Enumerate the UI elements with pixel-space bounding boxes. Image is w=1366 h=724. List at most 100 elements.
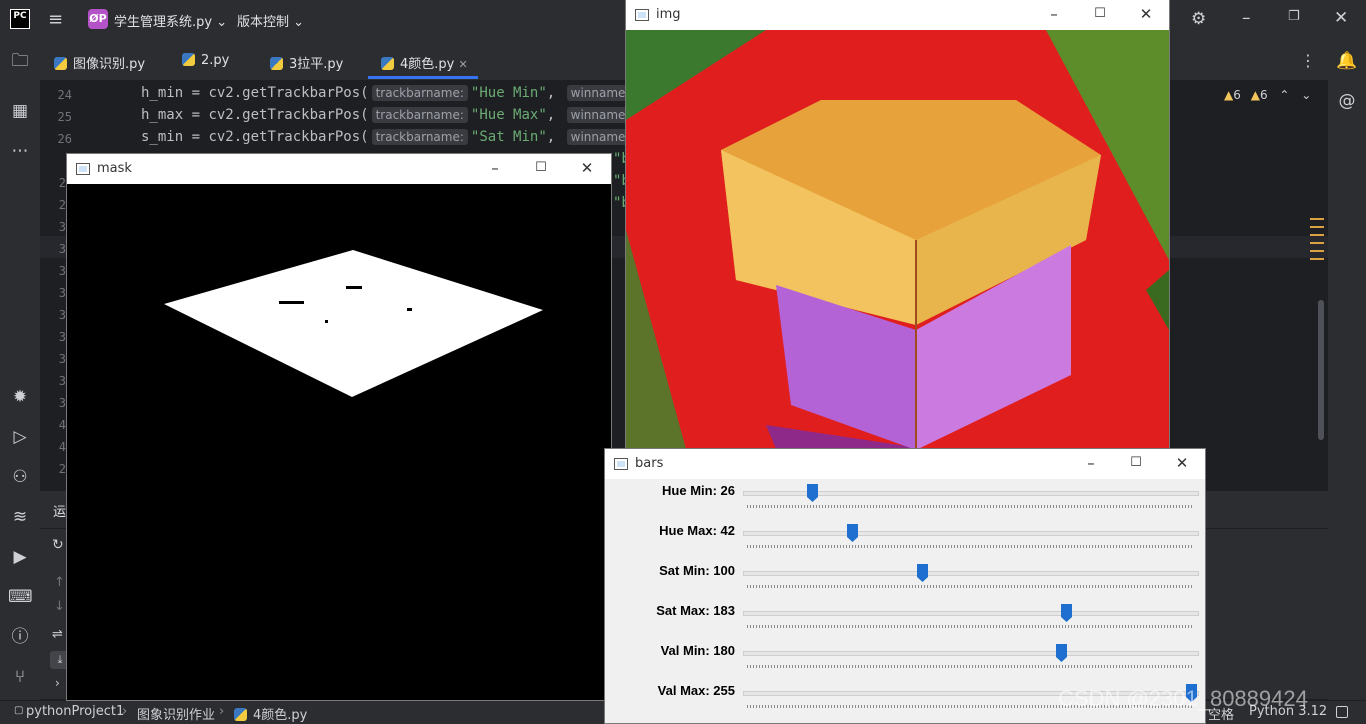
git-icon[interactable]: ⑂ (8, 665, 32, 689)
img-window: img – ☐ ✕ (626, 0, 1169, 449)
problems-icon[interactable]: ⓘ (8, 625, 32, 649)
mask-speck (325, 320, 328, 323)
scrollbar-markers[interactable] (1310, 218, 1324, 260)
trackbar-track[interactable] (743, 571, 1199, 576)
trackbar-thumb[interactable] (1060, 604, 1072, 622)
settings-gear-icon[interactable]: ⚙ (1191, 9, 1206, 29)
vcs-label: 版本控制 (237, 15, 290, 30)
notifications-bell-icon[interactable]: 🔔 (1335, 49, 1359, 73)
code-line[interactable]: h_min = cv2.getTrackbarPos(trackbarname:… (141, 85, 653, 101)
previous-highlight-icon[interactable]: ⌃ (1279, 88, 1289, 102)
trackbar-track[interactable] (743, 611, 1199, 616)
minimize-button[interactable]: – (1079, 453, 1103, 473)
tab-2-py[interactable]: 2.py (182, 53, 229, 68)
bars-window-title: bars (635, 456, 664, 471)
ide-restore-button[interactable]: ❐ (1288, 9, 1300, 24)
trackbar-ticks (747, 625, 1193, 628)
mask-speck (279, 301, 304, 304)
trackbar-ticks (747, 545, 1193, 548)
services-icon[interactable]: ▶ (8, 545, 32, 569)
window-app-icon (635, 9, 649, 21)
scroll-down-icon[interactable]: ↓ (54, 599, 65, 614)
layers-icon[interactable]: ≋ (8, 505, 32, 529)
trackbar-thumb[interactable] (807, 484, 819, 502)
structure-icon[interactable]: ▦ (8, 99, 32, 123)
img-window-title-bar[interactable]: img – ☐ ✕ (626, 0, 1169, 30)
line-number: 2 (58, 198, 66, 212)
scroll-up-icon[interactable]: ↑ (54, 575, 65, 590)
terminal-icon[interactable]: ⌨ (8, 585, 33, 609)
tab-label: 4颜色.py (400, 57, 455, 72)
trackbar-thumb[interactable] (846, 524, 858, 542)
close-button[interactable]: ✕ (575, 158, 599, 178)
run-icon[interactable]: ▷ (8, 425, 32, 449)
close-tab-icon[interactable]: ✕ (459, 58, 468, 71)
inspection-widget[interactable]: ▲6 ▲6 ⌃ ⌄ (1224, 88, 1311, 102)
python-file-icon (182, 53, 195, 66)
ide-minimize-button[interactable]: – (1242, 8, 1251, 28)
trackbar-label: Hue Max: 42 (659, 523, 735, 538)
line-number: 3 (58, 374, 66, 388)
line-number: 24 (57, 88, 72, 102)
maximize-button[interactable]: ☐ (1124, 453, 1148, 473)
line-number: 25 (57, 110, 72, 124)
code-var: h_max (141, 107, 184, 123)
lock-icon[interactable] (1336, 706, 1348, 718)
expand-icon[interactable]: › (55, 676, 60, 690)
trackbar-thumb[interactable] (1055, 644, 1067, 662)
bars-window-title-bar[interactable]: bars – ☐ ✕ (605, 449, 1205, 479)
next-highlight-icon[interactable]: ⌄ (1301, 88, 1311, 102)
more-icon[interactable]: ⋯ (8, 139, 32, 163)
rerun-icon[interactable]: ↻ (52, 537, 64, 553)
maximize-button[interactable]: ☐ (529, 158, 553, 178)
trackbar-track[interactable] (743, 651, 1199, 656)
tab-label: 图像识别.py (73, 57, 146, 72)
minimize-button[interactable]: – (483, 158, 507, 178)
trackbar-label: Sat Min: 100 (659, 563, 735, 578)
maximize-button[interactable]: ☐ (1088, 4, 1112, 24)
breadcrumb-project[interactable]: pythonProject1 (26, 704, 124, 719)
close-button[interactable]: ✕ (1134, 4, 1158, 24)
line-number: 3 (58, 352, 66, 366)
trackbar-label: Val Max: 255 (657, 683, 735, 698)
mask-window-title-bar[interactable]: mask – ☐ ✕ (67, 154, 611, 184)
weak-warning-icon: ▲ (1250, 88, 1260, 102)
ide-close-button[interactable]: ✕ (1334, 8, 1348, 28)
bars-window: bars – ☐ ✕ Hue Min: 26 Hue Max: 42 Sat M… (605, 449, 1205, 723)
tab-image-recognition[interactable]: 图像识别.py (54, 53, 145, 72)
minimize-button[interactable]: – (1042, 4, 1066, 24)
python-file-icon (381, 57, 394, 70)
breadcrumb-folder[interactable]: 图象识别作业 (137, 704, 215, 723)
ai-assistant-icon[interactable]: @ (1335, 89, 1359, 113)
vcs-menu[interactable]: 版本控制 ⌄ (237, 11, 304, 30)
trackbar-hue-min: Hue Min: 26 (605, 479, 1205, 519)
weak-warning-count: 6 (1259, 88, 1268, 102)
project-badge[interactable]: ØP (88, 9, 108, 29)
tab-4-color[interactable]: 4颜色.py ✕ (381, 53, 468, 72)
breadcrumb-file[interactable]: 4颜色.py (234, 704, 307, 723)
tab-3-flatten[interactable]: 3拉平.py (270, 53, 343, 72)
soft-wrap-icon[interactable]: ⇌ (52, 627, 63, 642)
line-number: 3 (58, 330, 66, 344)
module-icon: ▢ (14, 705, 24, 716)
code-line[interactable]: s_min = cv2.getTrackbarPos(trackbarname:… (141, 129, 653, 145)
mask-window-title: mask (97, 161, 132, 176)
mask-speck (407, 308, 412, 311)
project-selector[interactable]: 学生管理系统.py ⌄ (114, 11, 227, 30)
project-folder-icon[interactable]: 🗀 (8, 49, 32, 73)
close-button[interactable]: ✕ (1170, 453, 1194, 473)
trackbar-val-min: Val Min: 180 (605, 639, 1205, 679)
main-menu-icon[interactable]: ≡ (48, 10, 68, 30)
code-line[interactable]: h_max = cv2.getTrackbarPos(trackbarname:… (141, 107, 653, 123)
trackbar-track[interactable] (743, 531, 1199, 536)
trackbar-label: Val Min: 180 (660, 643, 735, 658)
chevron-down-icon: ⌄ (293, 15, 305, 30)
trackbar-thumb[interactable] (916, 564, 928, 582)
mask-window: mask – ☐ ✕ (67, 154, 611, 700)
param-hint: trackbarname: (371, 129, 468, 145)
debug-bug-icon[interactable]: ✹ (8, 385, 32, 409)
tab-options-icon[interactable]: ⋮ (1300, 51, 1316, 70)
editor-scrollbar[interactable] (1318, 300, 1324, 440)
warning-count: 6 (1233, 88, 1241, 102)
python-console-icon[interactable]: ⚇ (8, 465, 32, 489)
